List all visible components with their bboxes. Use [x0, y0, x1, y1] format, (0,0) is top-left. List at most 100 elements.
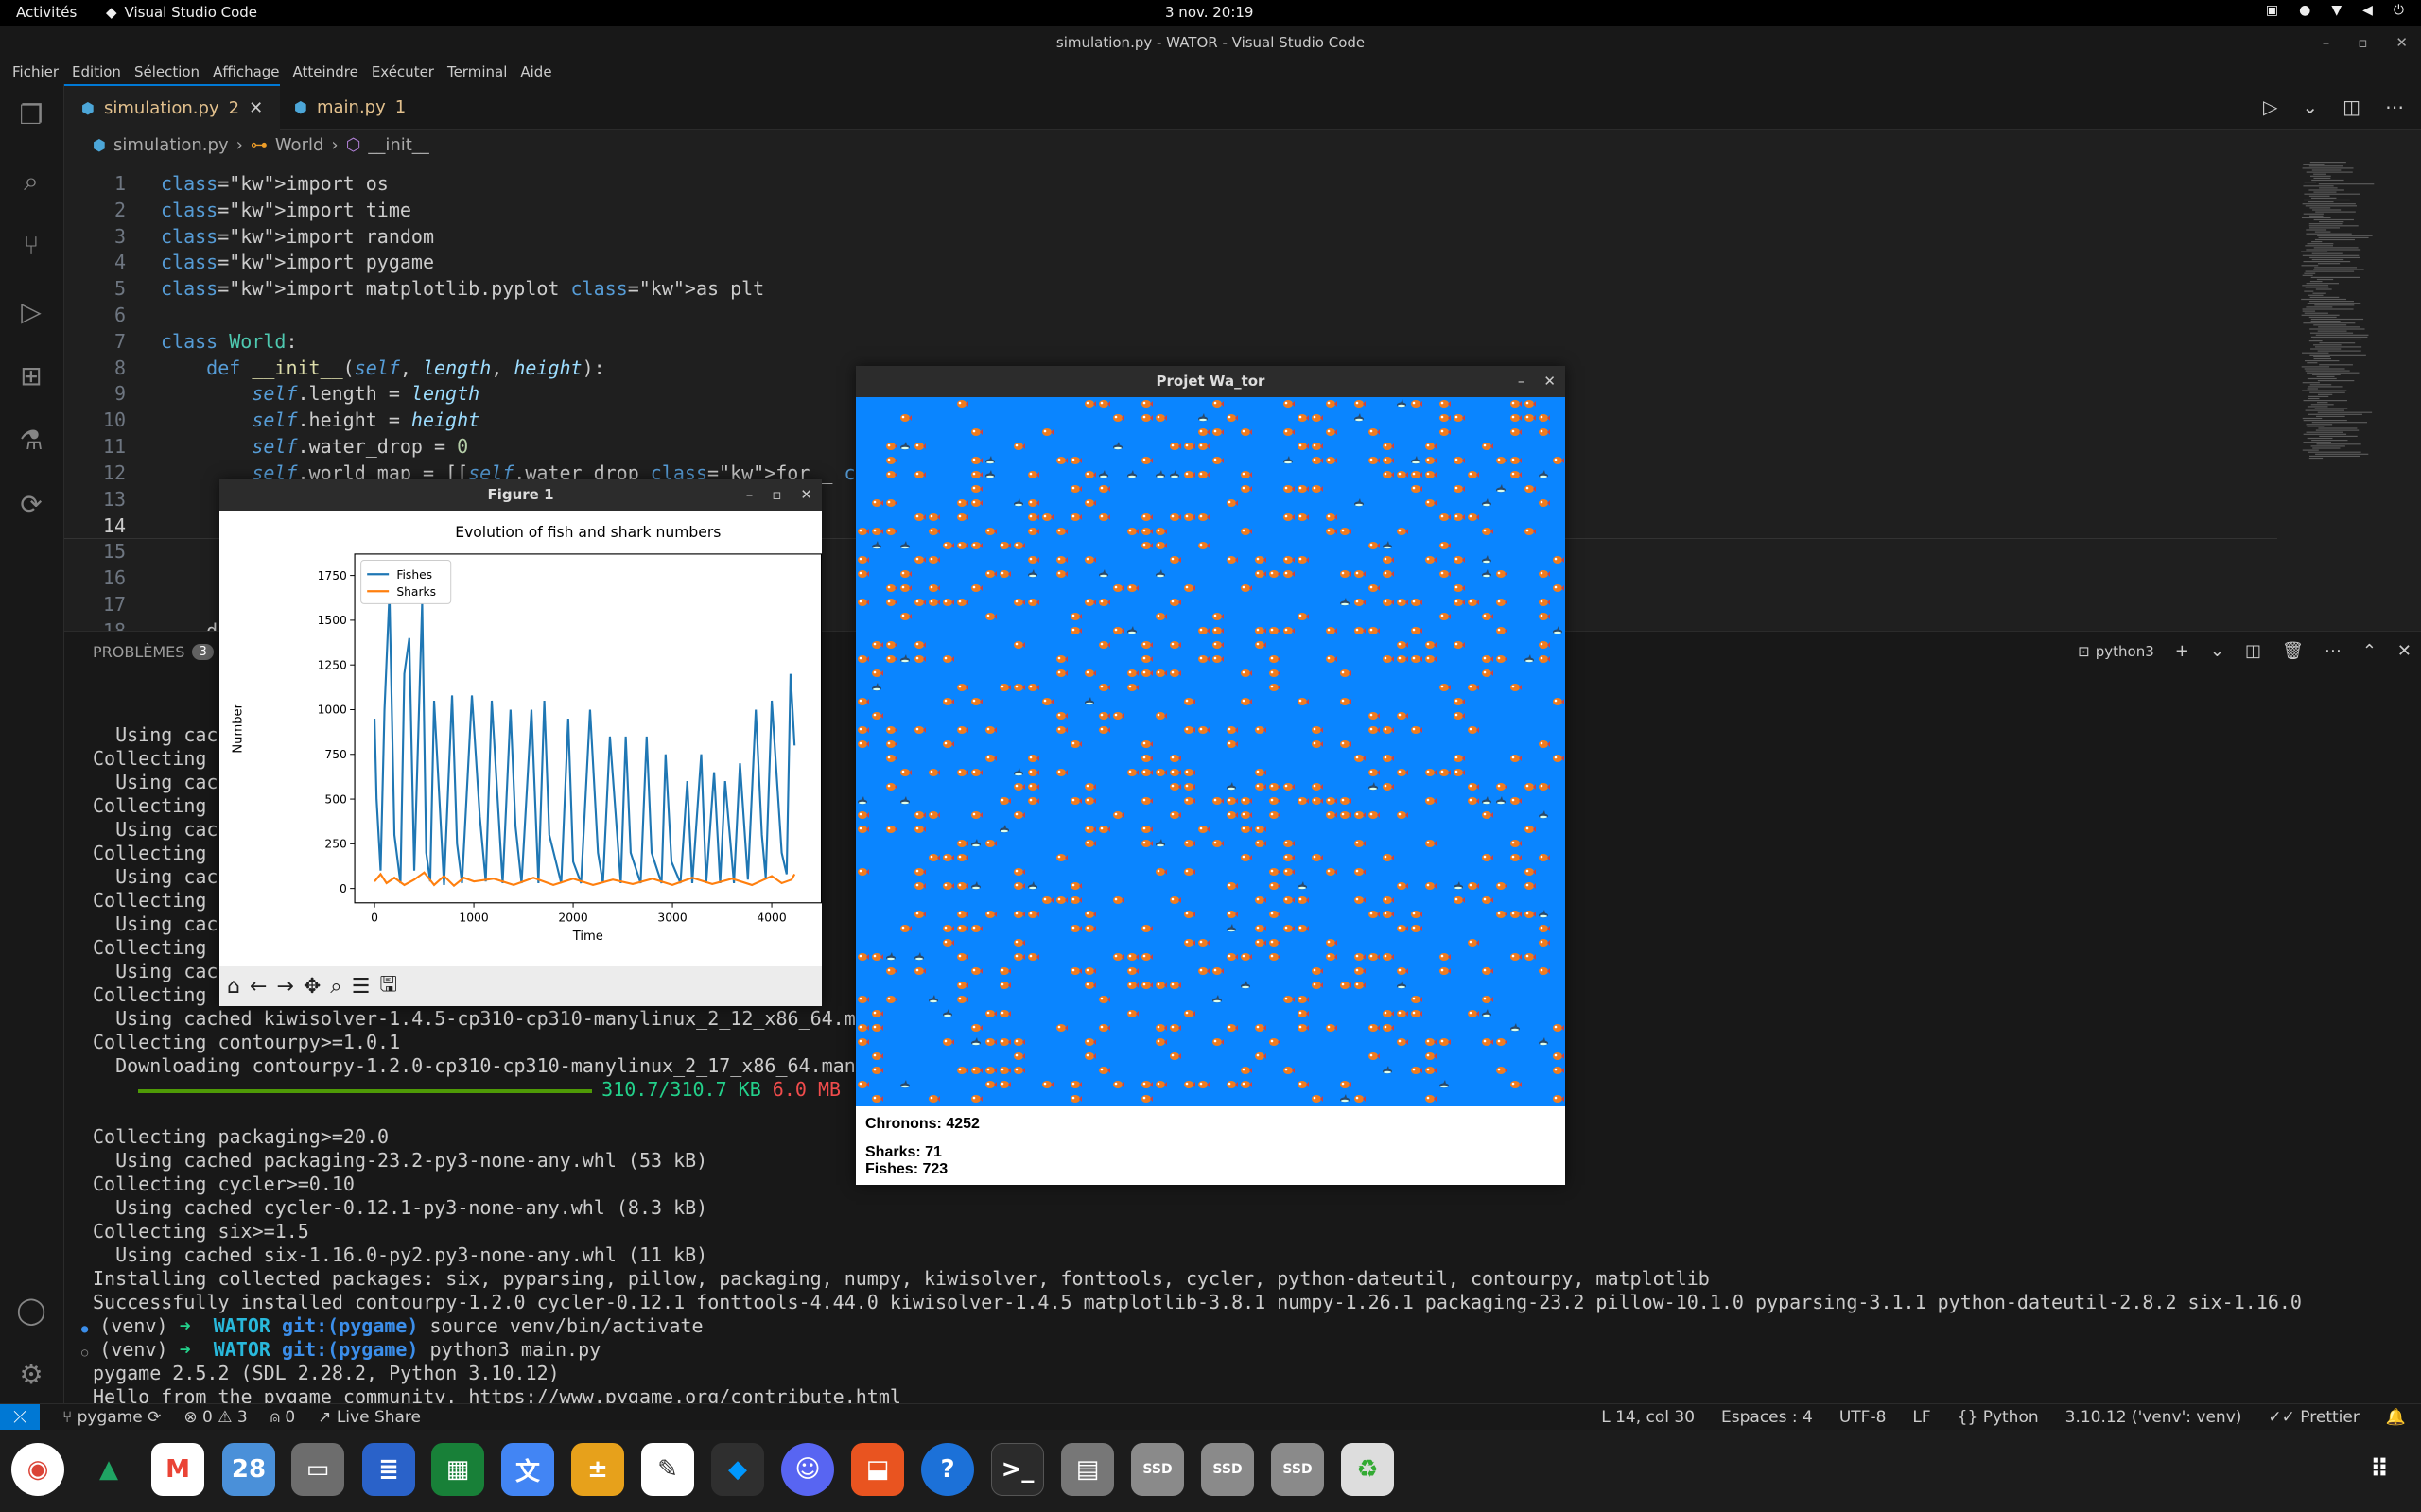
zoom-icon[interactable]: ⌕	[330, 975, 341, 999]
remote-indicator[interactable]: ⤫	[0, 1404, 40, 1431]
settings-gear-icon[interactable]: ⚙	[13, 1357, 49, 1393]
prettier-status[interactable]: ✓✓ Prettier	[2268, 1408, 2359, 1427]
menu-executer[interactable]: Exécuter	[365, 60, 441, 84]
trash-dock-icon[interactable]: ♻	[1341, 1443, 1394, 1496]
menu-atteindre[interactable]: Atteindre	[287, 60, 365, 84]
chrome-icon[interactable]: ◉	[11, 1443, 64, 1496]
minimize-icon[interactable]: –	[746, 479, 754, 511]
menu-terminal[interactable]: Terminal	[441, 60, 514, 84]
minimap[interactable]	[2293, 160, 2407, 631]
chevron-down-icon[interactable]: ⌄	[2302, 96, 2318, 118]
tab-close-icon[interactable]: ✕	[249, 98, 263, 118]
volume-icon[interactable]: ◀	[2362, 3, 2373, 18]
maximize-icon[interactable]: ▫	[772, 479, 781, 511]
chevron-down-icon[interactable]: ⌄	[2210, 641, 2224, 661]
save-figure-icon[interactable]: 🖫	[379, 968, 397, 1004]
wifi-icon[interactable]: ▼	[2331, 3, 2342, 18]
drive-icon[interactable]: ▤	[1061, 1443, 1114, 1496]
sheets-icon[interactable]: ▦	[431, 1443, 484, 1496]
ssd-drive-icon[interactable]: SSD	[1201, 1443, 1254, 1496]
tab-simulation-py[interactable]: ⬢ simulation.py 2 ✕	[64, 84, 281, 130]
end-of-line[interactable]: LF	[1912, 1408, 1930, 1427]
pan-icon[interactable]: ✥	[304, 975, 321, 999]
activities-button[interactable]: Activités	[16, 4, 77, 21]
menu-edition[interactable]: Edition	[65, 60, 128, 84]
close-panel-icon[interactable]: ✕	[2397, 641, 2412, 661]
ssd-drive-icon[interactable]: SSD	[1131, 1443, 1184, 1496]
run-debug-icon[interactable]: ▷	[13, 294, 49, 330]
ports-indicator[interactable]: ⍝ 0	[270, 1408, 295, 1427]
trash-icon[interactable]: 🗑	[2282, 641, 2304, 661]
more-actions-icon[interactable]: ⋯	[2325, 641, 2342, 661]
ssd-drive-icon[interactable]: SSD	[1271, 1443, 1324, 1496]
live-share-button[interactable]: ↗ Live Share	[318, 1408, 421, 1427]
breadcrumb-method[interactable]: __init__	[368, 135, 428, 155]
docs-icon[interactable]: ≣	[362, 1443, 415, 1496]
menu-fichier[interactable]: Fichier	[6, 60, 65, 84]
close-icon[interactable]: ✕	[800, 479, 812, 511]
maximize-icon[interactable]: ▫	[2358, 26, 2367, 60]
menu-selection[interactable]: Sélection	[128, 60, 206, 84]
breadcrumb-class[interactable]: World	[275, 135, 324, 155]
remote-explorer-icon[interactable]: ⟳	[13, 487, 49, 523]
calculator-icon[interactable]: ±	[571, 1443, 624, 1496]
calendar-icon[interactable]: 28	[222, 1443, 275, 1496]
active-app-menu[interactable]: ◆ Visual Studio Code	[106, 4, 257, 21]
run-file-icon[interactable]: ▷	[2263, 96, 2277, 118]
home-icon[interactable]: ⌂	[227, 975, 240, 999]
matplotlib-figure-window[interactable]: Figure 1 – ▫ ✕ Evolution of fish and shark …	[219, 479, 822, 1006]
menu-affichage[interactable]: Affichage	[206, 60, 286, 84]
breadcrumb-file[interactable]: simulation.py	[113, 135, 229, 155]
gmail-icon[interactable]: M	[151, 1443, 204, 1496]
google-drive-icon[interactable]: ▲	[82, 1443, 135, 1496]
python-interpreter[interactable]: 3.10.12 ('venv': venv)	[2065, 1408, 2242, 1427]
translate-icon[interactable]: 文	[501, 1443, 554, 1496]
branch-indicator[interactable]: ⑂ pygame ⟳	[62, 1408, 161, 1427]
explorer-icon[interactable]: ❐	[13, 97, 49, 133]
extensions-icon[interactable]: ⊞	[13, 358, 49, 394]
help-icon[interactable]: ?	[921, 1443, 974, 1496]
split-editor-icon[interactable]: ◫	[2343, 96, 2360, 118]
tab-main-py[interactable]: ⬢ main.py 1	[277, 84, 423, 130]
language-mode[interactable]: {} Python	[1958, 1408, 2039, 1427]
cursor-position[interactable]: L 14, col 30	[1601, 1408, 1695, 1427]
terminal-dock-icon[interactable]: >_	[991, 1443, 1044, 1496]
encoding[interactable]: UTF-8	[1839, 1408, 1887, 1427]
gamepad-icon[interactable]: ▣	[2266, 3, 2278, 18]
menu-aide[interactable]: Aide	[514, 60, 558, 84]
terminal-instance[interactable]: ⊡ python3	[2078, 643, 2154, 660]
show-applications-icon[interactable]: ⠿	[2353, 1443, 2406, 1496]
pygame-title-bar[interactable]: Projet Wa_tor – ✕	[856, 366, 1565, 397]
power-icon[interactable]: ⏻	[2394, 3, 2404, 18]
chrome-tray-icon[interactable]: ●	[2299, 3, 2310, 18]
notifications-bell-icon[interactable]: 🔔	[2386, 1408, 2406, 1427]
testing-icon[interactable]: ⚗	[13, 423, 49, 459]
forward-arrow-icon[interactable]: →	[276, 975, 293, 999]
maximize-panel-icon[interactable]: ⌃	[2362, 641, 2377, 661]
split-terminal-icon[interactable]: ◫	[2245, 641, 2261, 661]
configure-subplots-icon[interactable]: ☰	[352, 975, 371, 999]
fish-icon	[1000, 1081, 1011, 1088]
close-icon[interactable]: ✕	[1543, 366, 1556, 397]
close-icon[interactable]: ✕	[2395, 26, 2408, 60]
minimize-icon[interactable]: –	[2323, 26, 2330, 60]
vscode-dock-icon[interactable]: ◆	[711, 1443, 764, 1496]
pygame-window[interactable]: Projet Wa_tor – ✕ Chronons: 4252 Sharks: 7…	[856, 366, 1565, 1185]
gimp-icon[interactable]: ✎	[641, 1443, 694, 1496]
account-icon[interactable]: ◯	[13, 1293, 49, 1329]
discord-icon[interactable]: ☺	[781, 1443, 834, 1496]
clock[interactable]: 3 nov. 20:19	[1165, 4, 1253, 21]
files-icon[interactable]: ▭	[291, 1443, 344, 1496]
minimize-icon[interactable]: –	[1518, 366, 1525, 397]
back-arrow-icon[interactable]: ←	[250, 975, 267, 999]
problems-tab[interactable]: PROBLÈMES	[93, 643, 184, 661]
app-center-icon[interactable]: ⬓	[851, 1443, 904, 1496]
indentation[interactable]: Espaces : 4	[1721, 1408, 1813, 1427]
more-actions-icon[interactable]: ⋯	[2385, 96, 2404, 118]
new-terminal-icon[interactable]: +	[2175, 641, 2189, 661]
system-tray[interactable]: ▣ ● ▼ ◀ ⏻	[2266, 3, 2404, 18]
problems-indicator[interactable]: ⊗ 0 ⚠ 3	[183, 1408, 247, 1427]
figure-title-bar[interactable]: Figure 1 – ▫ ✕	[219, 479, 822, 511]
search-icon[interactable]: ⌕	[13, 164, 49, 200]
source-control-icon[interactable]: ⑂	[13, 228, 49, 264]
